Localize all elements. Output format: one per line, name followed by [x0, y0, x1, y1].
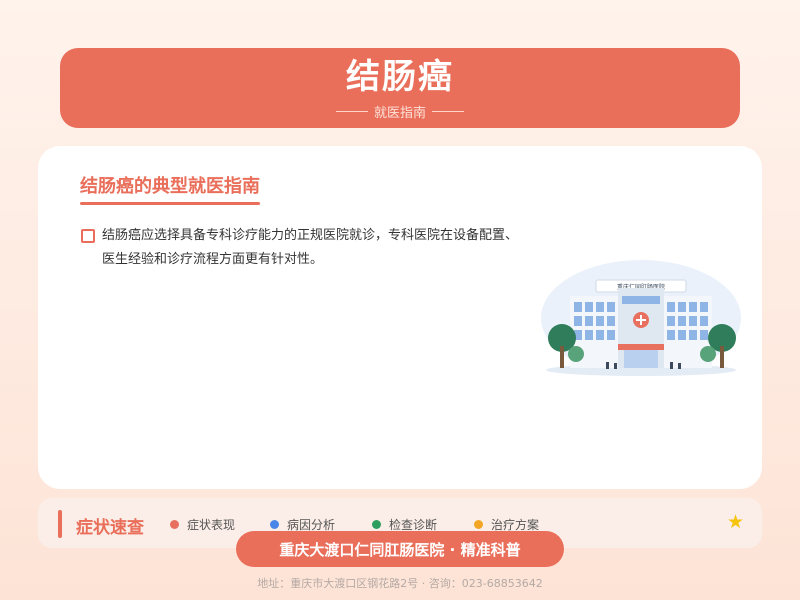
footer-badge: 重庆大渡口仁同肛肠医院 · 精准科普	[236, 531, 564, 567]
legend-dot-icon	[372, 520, 381, 529]
legend-label: 症状表现	[187, 518, 236, 532]
page-header: 结肠癌 就医指南	[60, 48, 740, 128]
page-subtitle: 就医指南	[60, 102, 740, 121]
legend-item-symptoms[interactable]: 症状表现	[170, 516, 235, 533]
subtitle-right-line	[432, 111, 464, 112]
footer-address: 地址：重庆市大渡口区钢花路2号 · 咨询：023-68853642	[257, 577, 543, 590]
bar-accent	[58, 510, 62, 538]
legend-dot-icon	[270, 520, 279, 529]
bar-title: 症状速查	[76, 518, 144, 538]
page-title: 结肠癌	[346, 57, 454, 97]
content-card: 结肠癌的典型就医指南 结肠癌应选择具备专科诊疗能力的正规医院就诊，专科医院在设备…	[38, 146, 762, 489]
legend-dot-icon	[474, 520, 483, 529]
subtitle-left-line	[335, 111, 368, 112]
section-heading: 结肠癌的典型就医指南	[80, 176, 260, 197]
star-icon: ★	[726, 511, 744, 533]
legend-dot-icon	[170, 520, 179, 529]
hospital-illustration: 重庆仁同肛肠医院	[541, 260, 741, 376]
bullet-checkbox-icon	[81, 229, 95, 243]
heading-underline	[80, 202, 260, 205]
subtitle-text: 就医指南	[373, 106, 426, 121]
bullet-text: 结肠癌应选择具备专科诊疗能力的正规医院就诊，专科医院在设备配置、医生经验和诊疗流…	[102, 228, 519, 267]
